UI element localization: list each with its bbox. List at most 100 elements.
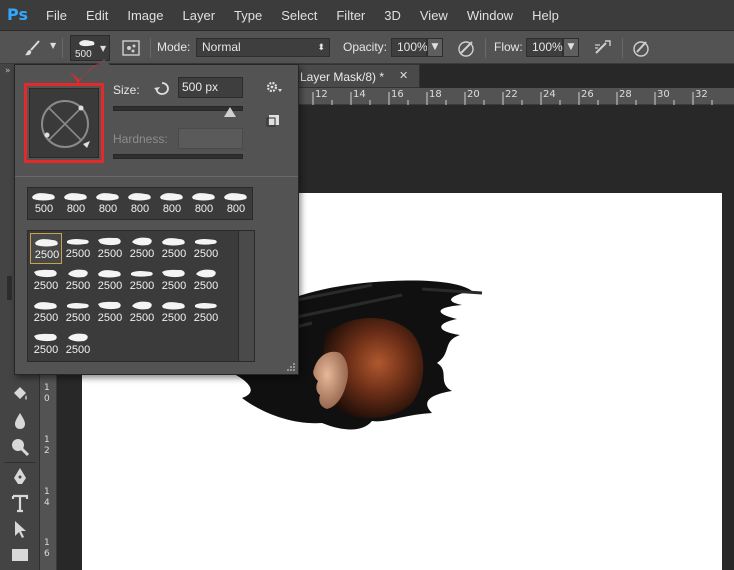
ruler-tick-label: 32: [695, 89, 708, 100]
mode-label: Mode:: [157, 40, 191, 54]
brush-size-label: 2500: [33, 312, 59, 324]
brush-preset-swatch[interactable]: 2500: [62, 265, 94, 296]
ruler-tick-label: 1: [44, 383, 50, 393]
brush-preset-swatch[interactable]: 2500: [94, 297, 126, 328]
brush-stroke-icon: [224, 193, 247, 201]
brush-size-label: 2500: [97, 248, 123, 260]
menu-view[interactable]: View: [420, 8, 448, 23]
reset-size-icon[interactable]: [153, 80, 171, 96]
brush-stroke-icon: [98, 301, 121, 310]
menu-window[interactable]: Window: [467, 8, 513, 23]
ruler-tick-label: 28: [619, 89, 632, 100]
brush-preset-swatch[interactable]: 2500: [190, 297, 222, 328]
menu-edit[interactable]: Edit: [86, 8, 108, 23]
brush-preset-swatch[interactable]: 800: [124, 188, 156, 219]
opacity-input[interactable]: 100%: [391, 38, 428, 57]
path-selection-icon[interactable]: [9, 518, 31, 540]
brush-preset-swatch[interactable]: 2500: [190, 265, 222, 296]
new-preset-icon[interactable]: [265, 113, 281, 127]
brush-stroke-thumbnail-icon: [79, 40, 95, 47]
brush-preset-swatch[interactable]: 800: [220, 188, 252, 219]
hardness-slider-track: [113, 154, 243, 159]
menu-3d[interactable]: 3D: [384, 8, 401, 23]
airbrush-icon[interactable]: [592, 37, 614, 59]
menu-type[interactable]: Type: [234, 8, 262, 23]
brush-stroke-icon: [34, 269, 57, 278]
brush-size-label: 800: [194, 203, 214, 215]
gear-icon[interactable]: [264, 79, 284, 95]
separator: [622, 38, 623, 58]
menu-select[interactable]: Select: [281, 8, 317, 23]
brush-preset-swatch[interactable]: 2500: [94, 265, 126, 296]
menu-help[interactable]: Help: [532, 8, 559, 23]
brush-preset-swatch[interactable]: 2500: [94, 233, 126, 264]
rectangle-icon[interactable]: [9, 544, 31, 566]
document-tab-title: Layer Mask/8) *: [300, 70, 385, 84]
brush-stroke-icon: [98, 270, 121, 278]
brush-preset-swatch[interactable]: 2500: [158, 265, 190, 296]
brush-preset-swatch[interactable]: 2500: [30, 297, 62, 328]
type-icon[interactable]: [9, 492, 31, 514]
brush-size-label: 2500: [97, 280, 123, 292]
preset-grid-scrollbar[interactable]: [238, 230, 255, 362]
pressure-size-icon[interactable]: [630, 37, 652, 59]
menu-layer[interactable]: Layer: [183, 8, 216, 23]
vertical-ruler: 1 0 1 2 1 4 1 6: [40, 375, 57, 570]
mode-select[interactable]: Normal ⬍: [196, 38, 330, 57]
brush-stroke-icon: [98, 237, 121, 246]
brush-stroke-icon: [195, 239, 217, 245]
brush-size-label: 800: [98, 203, 118, 215]
updown-arrow-icon: ⬍: [317, 42, 325, 52]
brush-preset-swatch[interactable]: 2500: [190, 233, 222, 264]
brush-stroke-icon: [34, 333, 57, 342]
size-input[interactable]: 500 px: [178, 77, 243, 98]
resize-grip-icon[interactable]: [286, 362, 296, 372]
document-tab[interactable]: Layer Mask/8) * ✕: [290, 64, 420, 88]
brush-stroke-icon: [67, 303, 89, 309]
brush-preset-swatch[interactable]: 800: [188, 188, 220, 219]
brush-preset-swatch[interactable]: 2500: [62, 329, 94, 360]
brush-preset-swatch[interactable]: 2500: [30, 265, 62, 296]
ruler-tick-label: 22: [505, 89, 518, 100]
brush-preset-picker-panel: Size: 500 px Hardness: 500 800 800 800 800 80…: [14, 59, 299, 375]
brush-preset-swatch[interactable]: 500: [28, 188, 60, 219]
brush-stroke-icon: [195, 303, 217, 309]
brush-preset-swatch[interactable]: 800: [156, 188, 188, 219]
collapse-panel-icon[interactable]: »: [5, 66, 11, 76]
brush-preset-swatch[interactable]: 2500: [158, 233, 190, 264]
paint-bucket-icon[interactable]: [9, 383, 31, 405]
red-checkmark-annotation-icon: [69, 59, 107, 84]
brush-preset-swatch[interactable]: 2500: [62, 233, 94, 264]
tool-preset-dropdown-icon[interactable]: ▼: [50, 41, 56, 50]
ruler-tick-label: 16: [391, 89, 404, 100]
brush-size-label: 2500: [33, 280, 59, 292]
dodge-icon[interactable]: [9, 436, 31, 458]
menu-filter[interactable]: Filter: [336, 8, 365, 23]
brush-size-label: 2500: [161, 248, 187, 260]
size-label: Size:: [113, 83, 140, 97]
brush-preset-swatch[interactable]: 2500: [126, 233, 158, 264]
brush-preset-swatch[interactable]: 800: [60, 188, 92, 219]
flow-input[interactable]: 100%: [526, 38, 563, 57]
flow-dropdown-button[interactable]: ▼: [563, 38, 579, 57]
brush-preset-swatch-selected[interactable]: 2500: [30, 233, 62, 264]
brush-preset-swatch[interactable]: 800: [92, 188, 124, 219]
hardness-input: [178, 128, 243, 149]
brush-panel-toggle-icon[interactable]: [120, 37, 142, 59]
brush-preset-swatch[interactable]: 2500: [62, 297, 94, 328]
menu-file[interactable]: File: [46, 8, 67, 23]
brush-preset-swatch[interactable]: 2500: [30, 329, 62, 360]
brush-stroke-icon: [35, 239, 58, 247]
blur-drop-icon[interactable]: [9, 410, 31, 432]
brush-preset-swatch[interactable]: 2500: [126, 297, 158, 328]
pressure-opacity-icon[interactable]: [455, 37, 477, 59]
opacity-dropdown-button[interactable]: ▼: [427, 38, 443, 57]
brush-preset-swatch[interactable]: 2500: [158, 297, 190, 328]
size-slider-thumb[interactable]: [224, 107, 236, 117]
ruler-tick-label: 1: [44, 435, 50, 445]
brush-tool-icon[interactable]: [22, 37, 44, 59]
menu-image[interactable]: Image: [127, 8, 163, 23]
brush-preset-swatch[interactable]: 2500: [126, 265, 158, 296]
pen-icon[interactable]: [9, 466, 31, 488]
close-icon[interactable]: ✕: [399, 69, 408, 82]
